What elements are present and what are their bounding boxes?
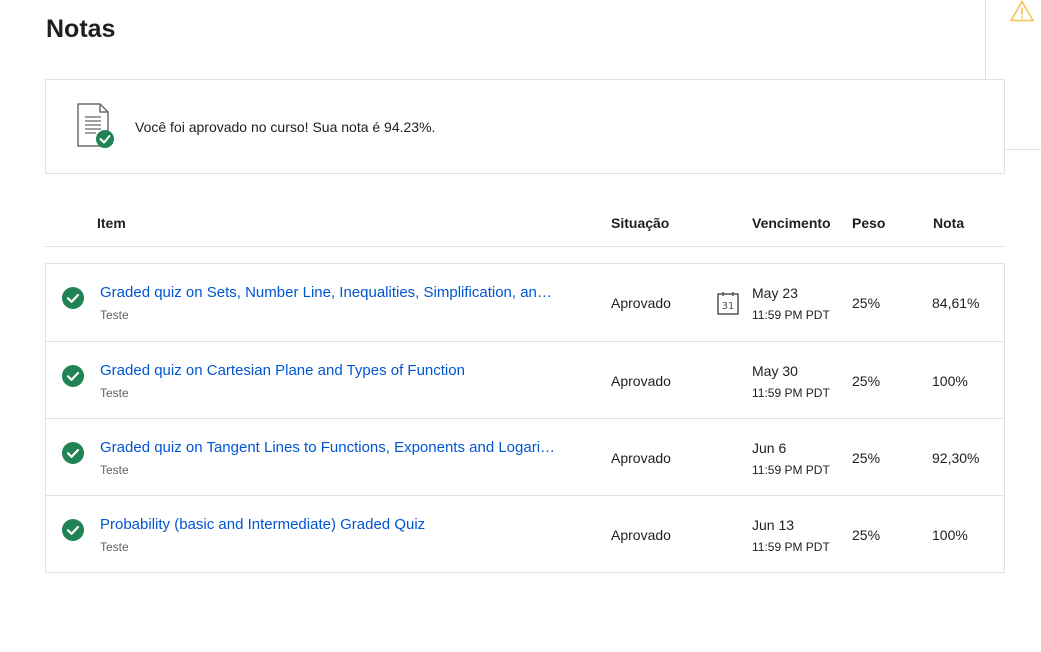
status-text: Aprovado bbox=[611, 527, 671, 543]
status-text: Aprovado bbox=[611, 450, 671, 466]
table-row: Probability (basic and Intermediate) Gra… bbox=[46, 495, 1004, 572]
grade-value: 84,61% bbox=[932, 295, 980, 311]
grades-table-header: Item Situação Vencimento Peso Nota bbox=[45, 204, 1005, 247]
course-result-text: Você foi aprovado no curso! Sua nota é 9… bbox=[135, 119, 436, 135]
grades-page: Notas Você foi aprovado no curso! Sua no… bbox=[0, 0, 1041, 652]
warning-icon[interactable] bbox=[1010, 0, 1034, 22]
document-check-icon bbox=[77, 103, 114, 148]
due-date: Jun 6 bbox=[752, 440, 787, 456]
assignment-type: Teste bbox=[100, 386, 129, 400]
header-grade: Nota bbox=[933, 215, 965, 231]
assignment-link[interactable]: Probability (basic and Intermediate) Gra… bbox=[100, 516, 425, 533]
header-weight: Peso bbox=[852, 215, 886, 231]
header-due: Vencimento bbox=[752, 215, 831, 231]
grade-value: 100% bbox=[932, 527, 968, 543]
table-row: Graded quiz on Tangent Lines to Function… bbox=[46, 418, 1004, 495]
weight-value: 25% bbox=[852, 527, 881, 543]
weight-value: 25% bbox=[852, 373, 881, 389]
header-status: Situação bbox=[611, 215, 670, 231]
calendar-day: 31 bbox=[722, 301, 735, 312]
table-row: Graded quiz on Sets, Number Line, Inequa… bbox=[46, 264, 1004, 341]
grade-value: 92,30% bbox=[932, 450, 980, 466]
check-circle-icon bbox=[62, 442, 84, 464]
due-time: 11:59 PM PDT bbox=[752, 540, 830, 554]
check-circle-icon bbox=[62, 365, 84, 387]
assignment-link[interactable]: Graded quiz on Cartesian Plane and Types… bbox=[100, 362, 465, 379]
weight-value: 25% bbox=[852, 450, 881, 466]
check-circle-icon bbox=[62, 519, 84, 541]
due-time: 11:59 PM PDT bbox=[752, 386, 830, 400]
check-circle-icon bbox=[62, 287, 84, 309]
grades-table: Graded quiz on Sets, Number Line, Inequa… bbox=[45, 263, 1005, 573]
due-date: May 23 bbox=[752, 285, 798, 301]
course-result-banner: Você foi aprovado no curso! Sua nota é 9… bbox=[45, 79, 1005, 174]
due-time: 11:59 PM PDT bbox=[752, 308, 830, 322]
table-row: Graded quiz on Cartesian Plane and Types… bbox=[46, 341, 1004, 418]
due-date: Jun 13 bbox=[752, 517, 795, 533]
status-text: Aprovado bbox=[611, 373, 671, 389]
weight-value: 25% bbox=[852, 295, 881, 311]
assignment-type: Teste bbox=[100, 463, 129, 477]
assignment-type: Teste bbox=[100, 308, 129, 322]
assignment-type: Teste bbox=[100, 540, 129, 554]
page-title: Notas bbox=[46, 15, 116, 43]
status-text: Aprovado bbox=[611, 295, 671, 311]
assignment-link[interactable]: Graded quiz on Tangent Lines to Function… bbox=[100, 439, 558, 456]
grade-value: 100% bbox=[932, 373, 968, 389]
header-item: Item bbox=[97, 215, 126, 231]
calendar-icon: 31 bbox=[717, 292, 739, 315]
assignment-link[interactable]: Graded quiz on Sets, Number Line, Inequa… bbox=[100, 284, 558, 301]
due-date: May 30 bbox=[752, 363, 798, 379]
due-time: 11:59 PM PDT bbox=[752, 463, 830, 477]
